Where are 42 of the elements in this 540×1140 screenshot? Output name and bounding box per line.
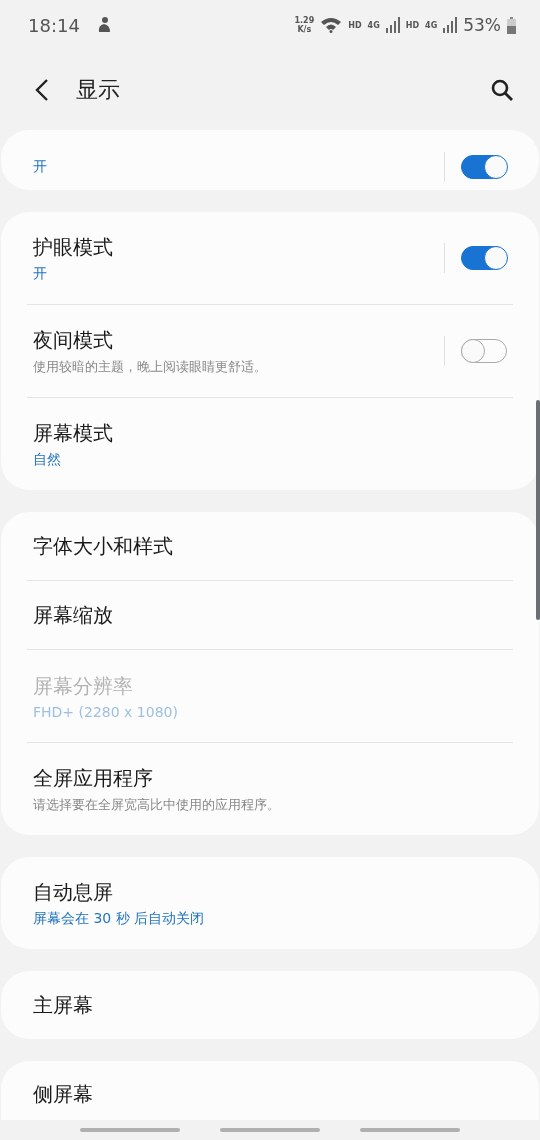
setting-value: FHD+ (2280 x 1080) [33,703,179,720]
page-title: 显示 [76,76,120,104]
battery-percent: 53% [463,15,501,35]
back-icon [34,78,50,102]
setting-description: 请选择要在全屏宽高比中使用的应用程序。 [33,795,281,814]
network-label: 4G [367,20,380,30]
network-label: HD [405,20,420,30]
settings-row[interactable]: 全屏应用程序 请选择要在全屏宽高比中使用的应用程序。 [1,743,539,835]
network-label: HD [348,20,362,30]
setting-title: 护眼模式 [33,233,114,261]
settings-row[interactable]: 屏幕模式 自然 [1,398,539,490]
settings-row[interactable]: 字体大小和样式 [1,512,539,580]
setting-title: 自动息屏 [33,878,114,906]
settings-row[interactable]: 主屏幕 [1,971,539,1039]
wifi-icon [320,17,343,33]
settings-row[interactable]: 夜间模式 使用较暗的主题，晚上阅读眼睛更舒适。 [1,305,539,397]
toggle-switch[interactable] [461,155,507,179]
battery-icon [507,16,516,34]
setting-value: 开 [33,158,48,176]
setting-title: 主屏幕 [33,991,94,1019]
settings-row[interactable]: 自动息屏 屏幕会在 30 秒 后自动关闭 [1,857,539,949]
setting-title: 字体大小和样式 [33,532,174,560]
setting-value: 开 [33,264,48,283]
search-icon [490,78,514,102]
signal-icon [443,17,458,33]
setting-title: 夜间模式 [33,326,114,354]
setting-value: 屏幕会在 30 秒 后自动关闭 [33,909,206,928]
toggle-switch[interactable] [461,246,507,270]
setting-title: 侧屏幕 [33,1081,94,1108]
settings-row[interactable]: 护眼模式 开 [1,212,539,304]
signal-icon [385,17,400,33]
settings-row[interactable]: 屏幕缩放 [1,581,539,649]
setting-title: 屏幕模式 [33,419,114,447]
network-label: 4G [425,20,438,30]
status-time: 18:14 [28,14,80,36]
setting-title: 屏幕缩放 [33,601,114,629]
setting-title: 全屏应用程序 [33,764,154,792]
network-speed: 1.29 K/s [294,16,315,34]
setting-value: 自然 [33,450,62,469]
settings-row[interactable]: 开 [1,130,539,190]
setting-description: 使用较暗的主题，晚上阅读眼睛更舒适。 [33,357,268,376]
setting-title: 屏幕分辨率 [33,672,134,700]
